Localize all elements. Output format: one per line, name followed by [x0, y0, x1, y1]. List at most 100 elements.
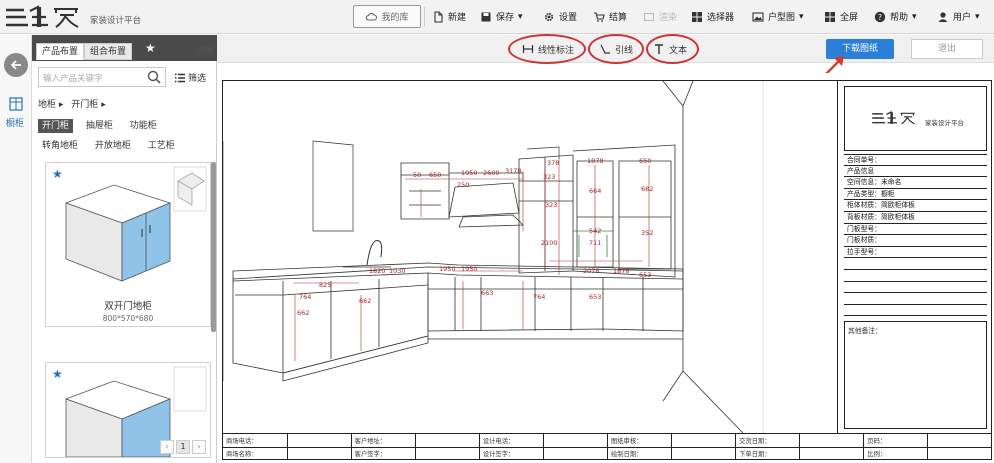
- category-item[interactable]: 开放地柜: [91, 139, 135, 153]
- dimension-label: 2600: [483, 169, 500, 177]
- tab-product-layout[interactable]: 产品布置: [36, 43, 85, 60]
- filter-button[interactable]: 筛选: [174, 71, 206, 84]
- kitchen-perspective-drawing[interactable]: 50 650 1950 2600 3178 378 1878 650 250 3…: [223, 81, 837, 433]
- image-icon: [752, 11, 764, 22]
- svg-text:?: ?: [878, 12, 882, 21]
- breadcrumb-base-cabinet[interactable]: 地柜: [38, 100, 56, 110]
- dimension-label: 650: [429, 171, 441, 179]
- cloud-icon: [366, 12, 378, 21]
- chevron-down-icon: ▾: [518, 11, 523, 22]
- next-page-button[interactable]: ›: [192, 440, 206, 454]
- product-type-row: 产品类型：橱柜: [844, 189, 987, 201]
- user-icon: [938, 11, 948, 22]
- dimension-label: 50: [413, 171, 421, 179]
- cabinet-icon[interactable]: [9, 97, 23, 111]
- category-item[interactable]: 功能柜: [126, 119, 161, 133]
- footer-cell: 客户签字：: [351, 447, 416, 460]
- left-rail: 橱柜: [0, 35, 32, 463]
- caret-right-icon: ▸: [58, 100, 64, 110]
- new-button[interactable]: 新建: [432, 5, 466, 28]
- space-info-row: 空间信息：未命名: [844, 177, 987, 189]
- library-button[interactable]: 我的库: [353, 5, 421, 28]
- product-dimensions: 800*570*680: [102, 314, 154, 323]
- product-thumbnail: [64, 166, 207, 282]
- pagination: ‹ 1 ›: [160, 440, 206, 454]
- footer-cell: 绘制日期：: [607, 447, 673, 460]
- contract-number-row: 合同单号：: [844, 154, 987, 166]
- dimension-label: 662: [359, 297, 371, 305]
- panel-tabs: 产品布置 组合布置: [36, 43, 133, 60]
- highlight-ring: [588, 34, 644, 64]
- chevron-down-icon: ▾: [799, 11, 804, 22]
- category-item[interactable]: 开门柜: [38, 119, 74, 133]
- dimension-label: 250: [457, 181, 469, 189]
- footer-cell: 图纸审核：: [607, 434, 673, 448]
- render-button[interactable]: 渲染: [643, 5, 677, 28]
- blank-row: [844, 305, 987, 317]
- tab-combo-layout[interactable]: 组合布置: [84, 43, 133, 60]
- fullscreen-button[interactable]: 全屏: [824, 5, 858, 28]
- dimension-label: 682: [641, 185, 653, 193]
- search-icon[interactable]: [146, 69, 162, 85]
- dimension-label: 650: [639, 157, 651, 165]
- back-panel-material-row: 背板材质：简欧柜体板: [844, 212, 987, 224]
- breadcrumb: 地柜 ▸ 开门柜 ▸: [38, 97, 106, 110]
- dimension-label: 352: [641, 229, 653, 237]
- category-item[interactable]: 转角地柜: [38, 139, 82, 153]
- view-label[interactable]: 视图: [196, 44, 214, 57]
- exit-button[interactable]: 退出: [911, 39, 983, 59]
- divider: [424, 7, 425, 26]
- gear-icon: [544, 12, 554, 21]
- dimension-label: 1820: [369, 267, 386, 275]
- footer-cell: 商场电话：: [223, 434, 288, 448]
- breadcrumb-door-cabinet[interactable]: 开门柜: [71, 100, 98, 110]
- footer-cell: 页码：: [863, 434, 929, 448]
- title-block-rows: 合同单号： 产品信息 空间信息：未命名 产品类型：橱柜 柜体材质：简欧柜体板 背…: [844, 154, 987, 317]
- footer-cell: 商场名称：: [223, 447, 288, 460]
- page-number[interactable]: 1: [176, 440, 190, 454]
- title-block-tagline: 家装设计平台: [925, 119, 964, 127]
- dimension-label: 825: [319, 281, 331, 289]
- favorite-star-icon[interactable]: ★: [52, 167, 63, 181]
- logo-tagline: 家装设计平台: [90, 16, 142, 26]
- help-button[interactable]: ? 帮助 ▾: [874, 5, 917, 28]
- footer-cell: 设计签字：: [479, 447, 544, 460]
- category-item[interactable]: 工艺柜: [144, 139, 179, 153]
- blank-row: [844, 258, 987, 270]
- footer-cell: 比例：: [863, 447, 929, 460]
- cabinet-category-label[interactable]: 橱柜: [6, 116, 24, 129]
- logo-glyph: [872, 111, 915, 125]
- drawing-footer: 商场电话： 客户地址： 设计电话： 图纸审核： 交货日期： 页码： 商场名称： …: [223, 433, 992, 460]
- panel-scrollbar[interactable]: [211, 162, 216, 332]
- title-block-logo: 家装设计平台: [844, 86, 987, 151]
- top-toolbar: 家装设计平台 我的库 新建 保存 ▾ 设置 结算 渲染 选择器 户型图 ▾ 全屏…: [0, 0, 994, 34]
- category-item[interactable]: 抽屉柜: [82, 119, 117, 133]
- dimension-label: 323: [545, 201, 557, 209]
- floorplan-button[interactable]: 户型图 ▾: [752, 5, 804, 28]
- arrow-left-icon: [10, 60, 21, 70]
- product-card[interactable]: ★ 双开门地柜 800*570*680: [45, 162, 211, 327]
- favorites-star-icon[interactable]: ★: [145, 41, 156, 55]
- blank-row: [844, 293, 987, 305]
- prev-page-button[interactable]: ‹: [160, 440, 174, 454]
- door-model-row: 门板型号：: [844, 224, 987, 236]
- settings-button[interactable]: 设置: [543, 5, 577, 28]
- checkout-button[interactable]: 结算: [593, 5, 627, 28]
- user-menu[interactable]: 用户 ▾: [937, 5, 980, 28]
- footer-cell: 设计电话：: [479, 434, 544, 448]
- dimension-label: 1878: [613, 267, 630, 275]
- dimension-label: 1950: [439, 265, 456, 273]
- save-button[interactable]: 保存 ▾: [480, 5, 523, 28]
- blank-row: [844, 270, 987, 282]
- save-icon: [481, 12, 491, 21]
- grid-icon: [692, 11, 702, 22]
- favorite-star-icon[interactable]: ★: [52, 367, 63, 381]
- dimension-label: 1030: [389, 267, 406, 275]
- help-icon: ?: [874, 11, 886, 22]
- selector-button[interactable]: 选择器: [691, 5, 734, 28]
- category-list: 开门柜 抽屉柜 功能柜 转角地柜 开放地柜 工艺柜: [38, 119, 214, 159]
- title-block: 家装设计平台 合同单号： 产品信息 空间信息：未命名 产品类型：橱柜 柜体材质：…: [837, 81, 992, 433]
- back-button[interactable]: [4, 53, 28, 77]
- dimension-label: 1950: [461, 265, 478, 273]
- product-panel: 产品布置 组合布置 ★ 输入产品关键字 筛选 地柜 ▸ 开门柜 ▸ 开门柜 抽屉…: [32, 35, 217, 463]
